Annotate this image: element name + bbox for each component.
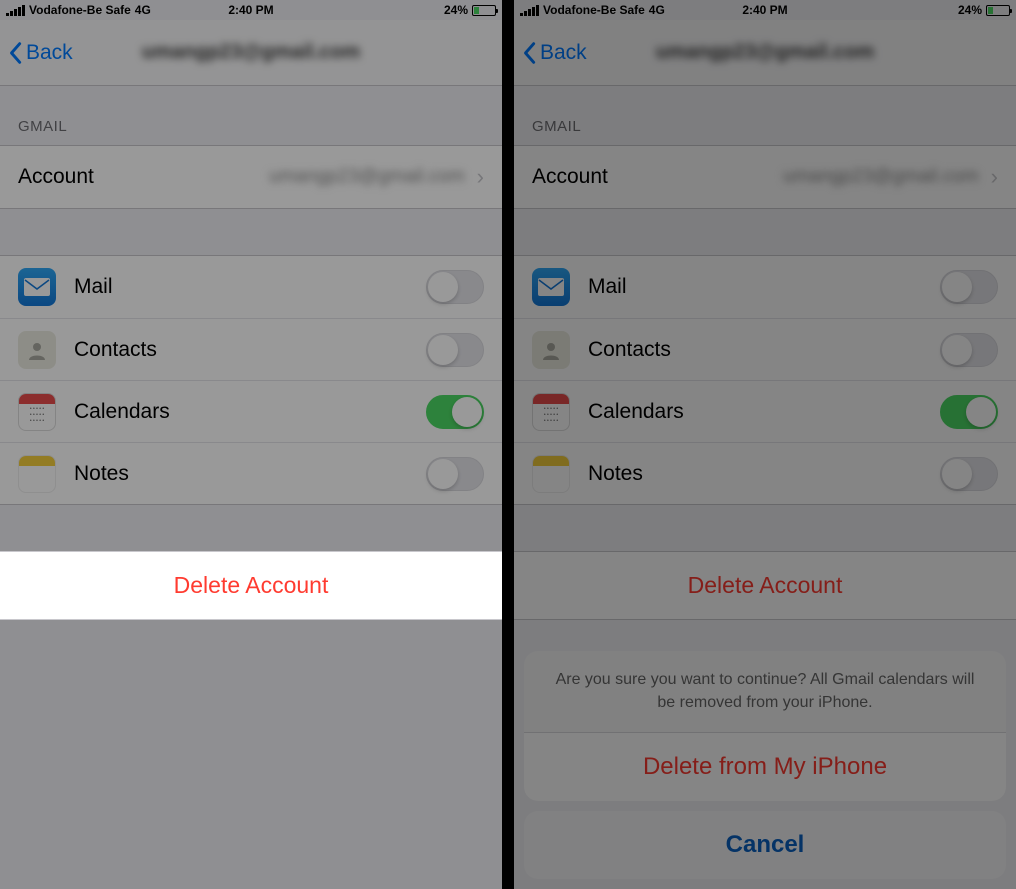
back-button[interactable]: Back <box>522 41 587 65</box>
status-bar: Vodafone-Be Safe 4G 2:40 PM 24% <box>0 0 502 20</box>
phone-right: Vodafone-Be Safe 4G 2:40 PM 24% Back uma… <box>514 0 1016 889</box>
account-value-blurred: umangp23@gmail.com <box>269 166 465 188</box>
back-label: Back <box>26 41 73 65</box>
mail-label: Mail <box>74 275 113 299</box>
notes-toggle[interactable] <box>940 457 998 491</box>
chevron-right-icon: › <box>991 164 998 190</box>
back-button[interactable]: Back <box>8 41 73 65</box>
nav-title-blurred: umangp23@gmail.com <box>142 41 360 64</box>
back-label: Back <box>540 41 587 65</box>
calendar-icon: • • • • •• • • • •• • • • • <box>18 393 56 431</box>
phone-left: Vodafone-Be Safe 4G 2:40 PM 24% Back uma… <box>0 0 502 889</box>
calendars-toggle[interactable] <box>940 395 998 429</box>
delete-account-label: Delete Account <box>174 572 329 598</box>
delete-account-button[interactable]: Delete Account <box>0 551 502 620</box>
section-header-gmail: GMAIL <box>514 86 1016 145</box>
account-row[interactable]: Account umangp23@gmail.com › <box>514 146 1016 208</box>
section-header-gmail: GMAIL <box>0 86 502 145</box>
calendars-toggle-row: • • • • •• • • • •• • • • • Calendars <box>0 380 502 442</box>
notes-label: Notes <box>588 462 643 486</box>
contacts-toggle[interactable] <box>426 333 484 367</box>
nav-bar: Back umangp23@gmail.com <box>0 20 502 86</box>
contacts-label: Contacts <box>588 338 671 362</box>
mail-toggle[interactable] <box>426 270 484 304</box>
signal-icon <box>520 5 539 16</box>
network-label: 4G <box>135 3 151 17</box>
account-row[interactable]: Account umangp23@gmail.com › <box>0 146 502 208</box>
calendars-toggle-row: • • • • •• • • • •• • • • • Calendars <box>514 380 1016 442</box>
chevron-left-icon <box>522 41 536 65</box>
battery-pct-label: 24% <box>958 3 982 17</box>
mail-toggle-row: Mail <box>0 256 502 318</box>
notes-toggle-row: Notes <box>0 442 502 504</box>
delete-from-iphone-button[interactable]: Delete from My iPhone <box>524 733 1006 801</box>
calendars-toggle[interactable] <box>426 395 484 429</box>
notes-toggle-row: Notes <box>514 442 1016 504</box>
cancel-label: Cancel <box>726 831 805 858</box>
contacts-icon <box>18 331 56 369</box>
mail-icon <box>532 268 570 306</box>
nav-title-blurred: umangp23@gmail.com <box>656 41 874 64</box>
notes-icon <box>532 455 570 493</box>
nav-bar: Back umangp23@gmail.com <box>514 20 1016 86</box>
network-label: 4G <box>649 3 665 17</box>
account-value-blurred: umangp23@gmail.com <box>783 166 979 188</box>
mail-label: Mail <box>588 275 627 299</box>
status-bar: Vodafone-Be Safe 4G 2:40 PM 24% <box>514 0 1016 20</box>
account-label: Account <box>532 165 608 189</box>
delete-account-button[interactable]: Delete Account <box>514 551 1016 620</box>
contacts-icon <box>532 331 570 369</box>
battery-icon <box>986 5 1010 16</box>
contacts-toggle-row: Contacts <box>514 318 1016 380</box>
chevron-left-icon <box>8 41 22 65</box>
contacts-toggle[interactable] <box>940 333 998 367</box>
contacts-toggle-row: Contacts <box>0 318 502 380</box>
carrier-label: Vodafone-Be Safe <box>543 3 645 17</box>
clock-label: 2:40 PM <box>742 3 787 17</box>
notes-icon <box>18 455 56 493</box>
contacts-label: Contacts <box>74 338 157 362</box>
notes-label: Notes <box>74 462 129 486</box>
signal-icon <box>6 5 25 16</box>
action-sheet-message: Are you sure you want to continue? All G… <box>524 651 1006 733</box>
carrier-label: Vodafone-Be Safe <box>29 3 131 17</box>
action-sheet: Are you sure you want to continue? All G… <box>524 651 1006 879</box>
calendar-icon: • • • • •• • • • •• • • • • <box>532 393 570 431</box>
clock-label: 2:40 PM <box>228 3 273 17</box>
chevron-right-icon: › <box>477 164 484 190</box>
battery-pct-label: 24% <box>444 3 468 17</box>
notes-toggle[interactable] <box>426 457 484 491</box>
calendars-label: Calendars <box>588 400 684 424</box>
account-label: Account <box>18 165 94 189</box>
calendars-label: Calendars <box>74 400 170 424</box>
cancel-button[interactable]: Cancel <box>524 811 1006 879</box>
battery-icon <box>472 5 496 16</box>
mail-toggle[interactable] <box>940 270 998 304</box>
delete-account-label: Delete Account <box>688 572 843 598</box>
delete-from-iphone-label: Delete from My iPhone <box>643 753 887 780</box>
mail-icon <box>18 268 56 306</box>
mail-toggle-row: Mail <box>514 256 1016 318</box>
